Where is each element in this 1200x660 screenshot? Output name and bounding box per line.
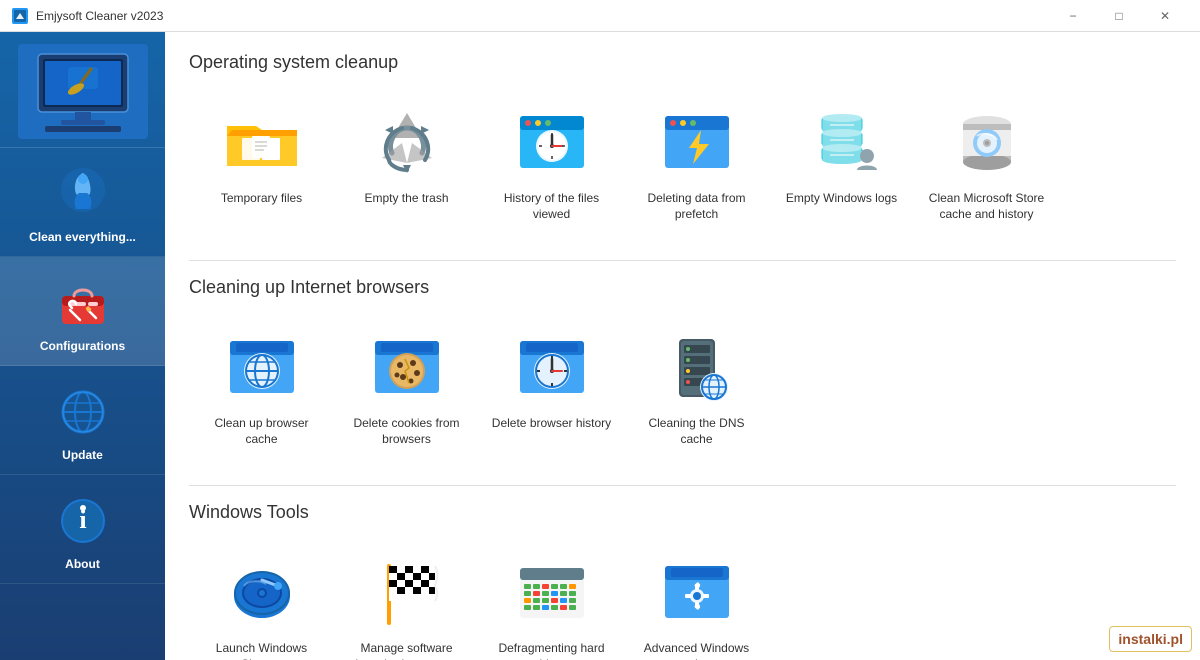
os-cleanup-section: Operating system cleanup [189,52,1176,232]
app-body: Clean everything... [0,32,1200,660]
close-button[interactable]: ✕ [1142,0,1188,32]
browser-cache-label: Clean up browser cache [197,416,326,447]
update-icon [53,382,113,442]
sidebar-item-clean[interactable]: Clean everything... [0,148,165,257]
tool-temp-files[interactable]: Temporary files [189,93,334,232]
sidebar-logo [0,32,165,148]
sidebar-item-configs[interactable]: Configurations [0,257,165,366]
dns-cache-icon [652,328,742,408]
sidebar: Clean everything... [0,32,165,660]
titlebar-title: Emjysoft Cleaner v2023 [36,9,1050,23]
advanced-settings-label: Advanced Windows settings [632,641,761,660]
temp-files-icon [217,103,307,183]
divider-1 [189,260,1176,261]
titlebar-controls: − □ ✕ [1050,0,1188,32]
sidebar-item-update-label: Update [62,448,103,462]
empty-trash-label: Empty the trash [364,191,448,207]
dns-cache-label: Cleaning the DNS cache [632,416,761,447]
sidebar-item-clean-label: Clean everything... [29,230,136,244]
win-logs-label: Empty Windows logs [786,191,897,207]
win-tools-title: Windows Tools [189,502,1176,523]
browser-history-label: Delete browser history [492,416,611,432]
os-cleanup-title: Operating system cleanup [189,52,1176,73]
delete-cookies-label: Delete cookies from browsers [342,416,471,447]
sidebar-nav: Clean everything... [0,148,165,660]
advanced-settings-icon [652,553,742,633]
os-cleanup-grid: Temporary files [189,93,1176,232]
tool-history-files[interactable]: History of the files viewed [479,93,624,232]
logo-image [18,44,148,139]
tool-startup[interactable]: Manage software launched at startup [334,543,479,660]
about-icon: i [53,491,113,551]
tool-win-cleaner[interactable]: Launch Windows Cleaner [189,543,334,660]
tool-browser-history[interactable]: Delete browser history [479,318,624,457]
delete-cookies-icon [362,328,452,408]
prefetch-label: Deleting data from prefetch [632,191,761,222]
defrag-label: Defragmenting hard drives [487,641,616,660]
main-content: Operating system cleanup [165,32,1200,660]
tool-browser-cache[interactable]: Clean up browser cache [189,318,334,457]
tool-ms-store[interactable]: Clean Microsoft Store cache and history [914,93,1059,232]
sidebar-item-about[interactable]: i About [0,475,165,584]
history-files-label: History of the files viewed [487,191,616,222]
tool-win-logs[interactable]: Empty Windows logs [769,93,914,232]
maximize-button[interactable]: □ [1096,0,1142,32]
win-logs-icon [797,103,887,183]
tool-advanced-settings[interactable]: Advanced Windows settings [624,543,769,660]
tool-delete-cookies[interactable]: Delete cookies from browsers [334,318,479,457]
titlebar: Emjysoft Cleaner v2023 − □ ✕ [0,0,1200,32]
tool-defrag[interactable]: Defragmenting hard drives [479,543,624,660]
ms-store-icon [942,103,1032,183]
win-tools-section: Windows Tools [189,502,1176,660]
tool-prefetch[interactable]: Deleting data from prefetch [624,93,769,232]
browser-cleanup-section: Cleaning up Internet browsers [189,277,1176,457]
tool-dns-cache[interactable]: Cleaning the DNS cache [624,318,769,457]
divider-2 [189,485,1176,486]
ms-store-label: Clean Microsoft Store cache and history [922,191,1051,222]
watermark: instalki.pl [1109,626,1192,652]
browser-cache-icon [217,328,307,408]
history-files-icon [507,103,597,183]
temp-files-label: Temporary files [221,191,302,207]
sidebar-item-update[interactable]: Update [0,366,165,475]
startup-label: Manage software launched at startup [342,641,471,660]
browser-cleanup-grid: Clean up browser cache [189,318,1176,457]
browser-history-icon [507,328,597,408]
minimize-button[interactable]: − [1050,0,1096,32]
win-cleaner-icon [217,553,307,633]
startup-icon [362,553,452,633]
app-icon [12,8,28,24]
configs-icon [53,273,113,333]
browser-cleanup-title: Cleaning up Internet browsers [189,277,1176,298]
prefetch-icon [652,103,742,183]
clean-icon [53,164,113,224]
empty-trash-icon [362,103,452,183]
win-tools-grid: Launch Windows Cleaner [189,543,1176,660]
win-cleaner-label: Launch Windows Cleaner [197,641,326,660]
tool-empty-trash[interactable]: Empty the trash [334,93,479,232]
sidebar-item-configs-label: Configurations [40,339,125,353]
defrag-icon [507,553,597,633]
sidebar-item-about-label: About [65,557,100,571]
